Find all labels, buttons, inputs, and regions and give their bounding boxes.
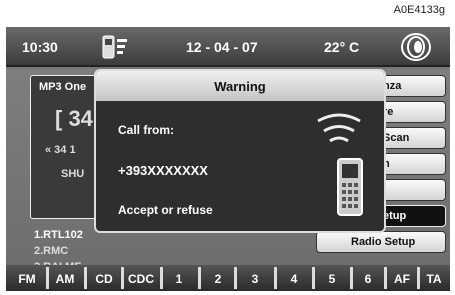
preset-6-button[interactable]: 6 (354, 269, 382, 289)
divider (384, 267, 387, 289)
divider (312, 267, 315, 289)
figure: A0E4133g 10:30 12 - 04 - 07 22° C MP3 On… (0, 0, 455, 295)
preset-5-button[interactable]: 5 (316, 269, 348, 289)
divider (160, 267, 163, 289)
divider (84, 267, 87, 289)
figure-id: A0E4133g (393, 4, 445, 16)
mobile-phone-icon (337, 158, 363, 216)
ta-button[interactable]: TA (420, 269, 448, 289)
divider (198, 267, 201, 289)
cd-button[interactable]: CD (88, 269, 120, 289)
bottom-button-bar: FM AM CD CDC 1 2 3 4 5 6 AF TA (6, 265, 450, 291)
station-2[interactable]: 2.RMC (34, 245, 68, 257)
preset-3-button[interactable]: 3 (238, 269, 272, 289)
station-1[interactable]: 1.RTL102 (34, 229, 83, 241)
phone-icon (102, 35, 127, 59)
caller-number: +393XXXXXXX (118, 163, 208, 178)
menu-item-radio-setup[interactable]: Radio Setup (316, 231, 446, 253)
signal-waves-icon (317, 113, 361, 143)
preset-2-button[interactable]: 2 (202, 269, 234, 289)
fm-button[interactable]: FM (10, 269, 44, 289)
source-title: MP3 One (39, 81, 87, 93)
temperature: 22° C (324, 39, 360, 55)
track-info: « 34 1 (45, 144, 76, 156)
af-button[interactable]: AF (388, 269, 416, 289)
accept-refuse-prompt[interactable]: Accept or refuse (118, 203, 213, 217)
date: 12 - 04 - 07 (186, 39, 258, 55)
divider (350, 267, 353, 289)
divider (234, 267, 237, 289)
divider (46, 267, 49, 289)
display-screen: 10:30 12 - 04 - 07 22° C MP3 One [ 34 « (6, 27, 450, 291)
preset-1-button[interactable]: 1 (164, 269, 194, 289)
status-bar: 10:30 12 - 04 - 07 22° C (6, 27, 450, 67)
incoming-call-dialog[interactable]: Warning Call from: +393XXXXXXX Accept or… (94, 69, 386, 233)
am-button[interactable]: AM (50, 269, 80, 289)
play-mode: SHU (61, 168, 85, 180)
preset-4-button[interactable]: 4 (278, 269, 310, 289)
track-number: [ 34 (55, 106, 93, 131)
caller-label: Call from: (118, 123, 175, 137)
clock: 10:30 (22, 39, 58, 55)
divider (274, 267, 277, 289)
dialog-title: Warning (96, 71, 384, 101)
cdc-button[interactable]: CDC (123, 269, 159, 289)
speaker-icon[interactable] (398, 31, 434, 63)
